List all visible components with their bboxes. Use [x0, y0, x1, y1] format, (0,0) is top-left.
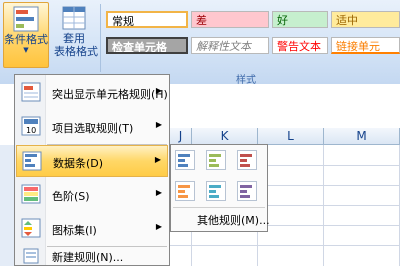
conditional-format-icon: [11, 5, 41, 33]
style-bad[interactable]: 差: [191, 11, 269, 28]
format-as-table-button[interactable]: 套用 表格格式: [54, 2, 98, 66]
icon-sets-icon: [20, 217, 42, 239]
column-header-l[interactable]: L: [258, 128, 324, 145]
menu-item-icon-sets[interactable]: 图标集(I) ▶: [16, 213, 168, 245]
table-format-icon: [59, 4, 89, 32]
data-bar-fill: [178, 190, 185, 193]
submenu-arrow-icon: ▶: [155, 188, 162, 197]
menu-item-label: 新建规则(N)...: [52, 251, 124, 264]
menu-item-data-bars[interactable]: 数据条(D) ▶: [16, 145, 168, 177]
submenu-arrow-icon: ▶: [154, 155, 161, 164]
data-bar-fill: [178, 195, 188, 198]
data-bars-icon: [21, 150, 43, 172]
highlight-cells-icon: [20, 81, 42, 103]
data-bar-blue-icon[interactable]: [175, 150, 195, 170]
submenu-separator: [173, 207, 265, 208]
data-bar-fill: [178, 159, 185, 162]
ribbon-separator: [100, 4, 101, 72]
data-bar-fill: [240, 159, 247, 162]
gridline: [170, 245, 400, 246]
submenu-arrow-icon: ▶: [155, 86, 162, 95]
data-bars-submenu: 其他规则(M)...: [170, 144, 270, 232]
data-bar-fill: [240, 154, 252, 157]
menu-item-label: 项目选取规则(T): [52, 122, 134, 135]
menu-item-label: 突出显示单元格规则(H): [52, 88, 168, 101]
table-format-label-1: 套用: [63, 32, 85, 45]
row-headers: [0, 145, 14, 266]
data-bar-orange-icon[interactable]: [175, 181, 195, 201]
menu-item-color-scales[interactable]: 色阶(S) ▶: [16, 179, 168, 211]
menu-item-label: 色阶(S): [52, 190, 90, 203]
color-scales-icon: [20, 183, 42, 205]
style-check-cell[interactable]: 检查单元格: [106, 37, 188, 54]
data-bar-fill: [178, 185, 190, 188]
gridline: [323, 145, 324, 266]
data-bar-fill: [209, 159, 216, 162]
menu-item-highlight-cells[interactable]: 突出显示单元格规则(H) ▶: [16, 77, 168, 109]
data-bar-fill: [209, 190, 216, 193]
conditional-format-button[interactable]: 条件格式 ▼: [3, 2, 49, 68]
data-bar-fill: [240, 164, 250, 167]
data-bar-fill: [240, 195, 250, 198]
column-header-k[interactable]: K: [192, 128, 258, 145]
menu-item-label: 图标集(I): [52, 224, 97, 237]
data-bar-lightblue-icon[interactable]: [206, 181, 226, 201]
column-header-m[interactable]: M: [324, 128, 400, 145]
more-rules-link[interactable]: 其他规则(M)...: [197, 212, 270, 228]
style-explanatory[interactable]: 解释性文本: [191, 37, 269, 54]
chevron-down-icon: ▼: [23, 46, 29, 54]
style-normal[interactable]: 常规: [106, 11, 188, 28]
data-bar-fill: [240, 190, 247, 193]
top-bottom-icon: 10: [20, 115, 42, 137]
submenu-arrow-icon: ▶: [155, 120, 162, 129]
data-bar-green-icon[interactable]: [206, 150, 226, 170]
style-warning[interactable]: 警告文本: [272, 37, 328, 54]
style-neutral[interactable]: 适中: [331, 11, 400, 28]
data-bar-fill: [240, 185, 252, 188]
menu-item-label: 数据条(D): [53, 157, 104, 170]
data-bar-fill: [209, 154, 221, 157]
table-format-label-2: 表格格式: [54, 45, 98, 58]
ribbon: 条件格式 ▼ 套用 表格格式 常规 差 好 适中 检查单元格 解释性文本 警告文…: [0, 0, 400, 86]
data-bar-purple-icon[interactable]: [237, 181, 257, 201]
submenu-arrow-icon: ▶: [155, 222, 162, 231]
data-bar-fill: [209, 164, 219, 167]
menu-item-new-rule[interactable]: 新建规则(N)...: [16, 247, 168, 265]
data-bar-red-icon[interactable]: [237, 150, 257, 170]
style-good[interactable]: 好: [272, 11, 328, 28]
data-bar-fill: [178, 164, 188, 167]
new-rule-icon: [23, 248, 39, 264]
conditional-format-label: 条件格式: [4, 33, 48, 46]
data-bar-fill: [178, 154, 190, 157]
data-bar-fill: [209, 185, 221, 188]
column-header-j[interactable]: J: [170, 128, 192, 145]
svg-text:10: 10: [26, 126, 36, 135]
style-linked-cell[interactable]: 链接单元: [331, 37, 400, 54]
data-bar-fill: [209, 195, 219, 198]
menu-item-top-bottom[interactable]: 10 项目选取规则(T) ▶: [16, 111, 168, 143]
conditional-format-menu: 突出显示单元格规则(H) ▶ 10 项目选取规则(T) ▶ 数据条(D) ▶ 色…: [14, 74, 170, 266]
